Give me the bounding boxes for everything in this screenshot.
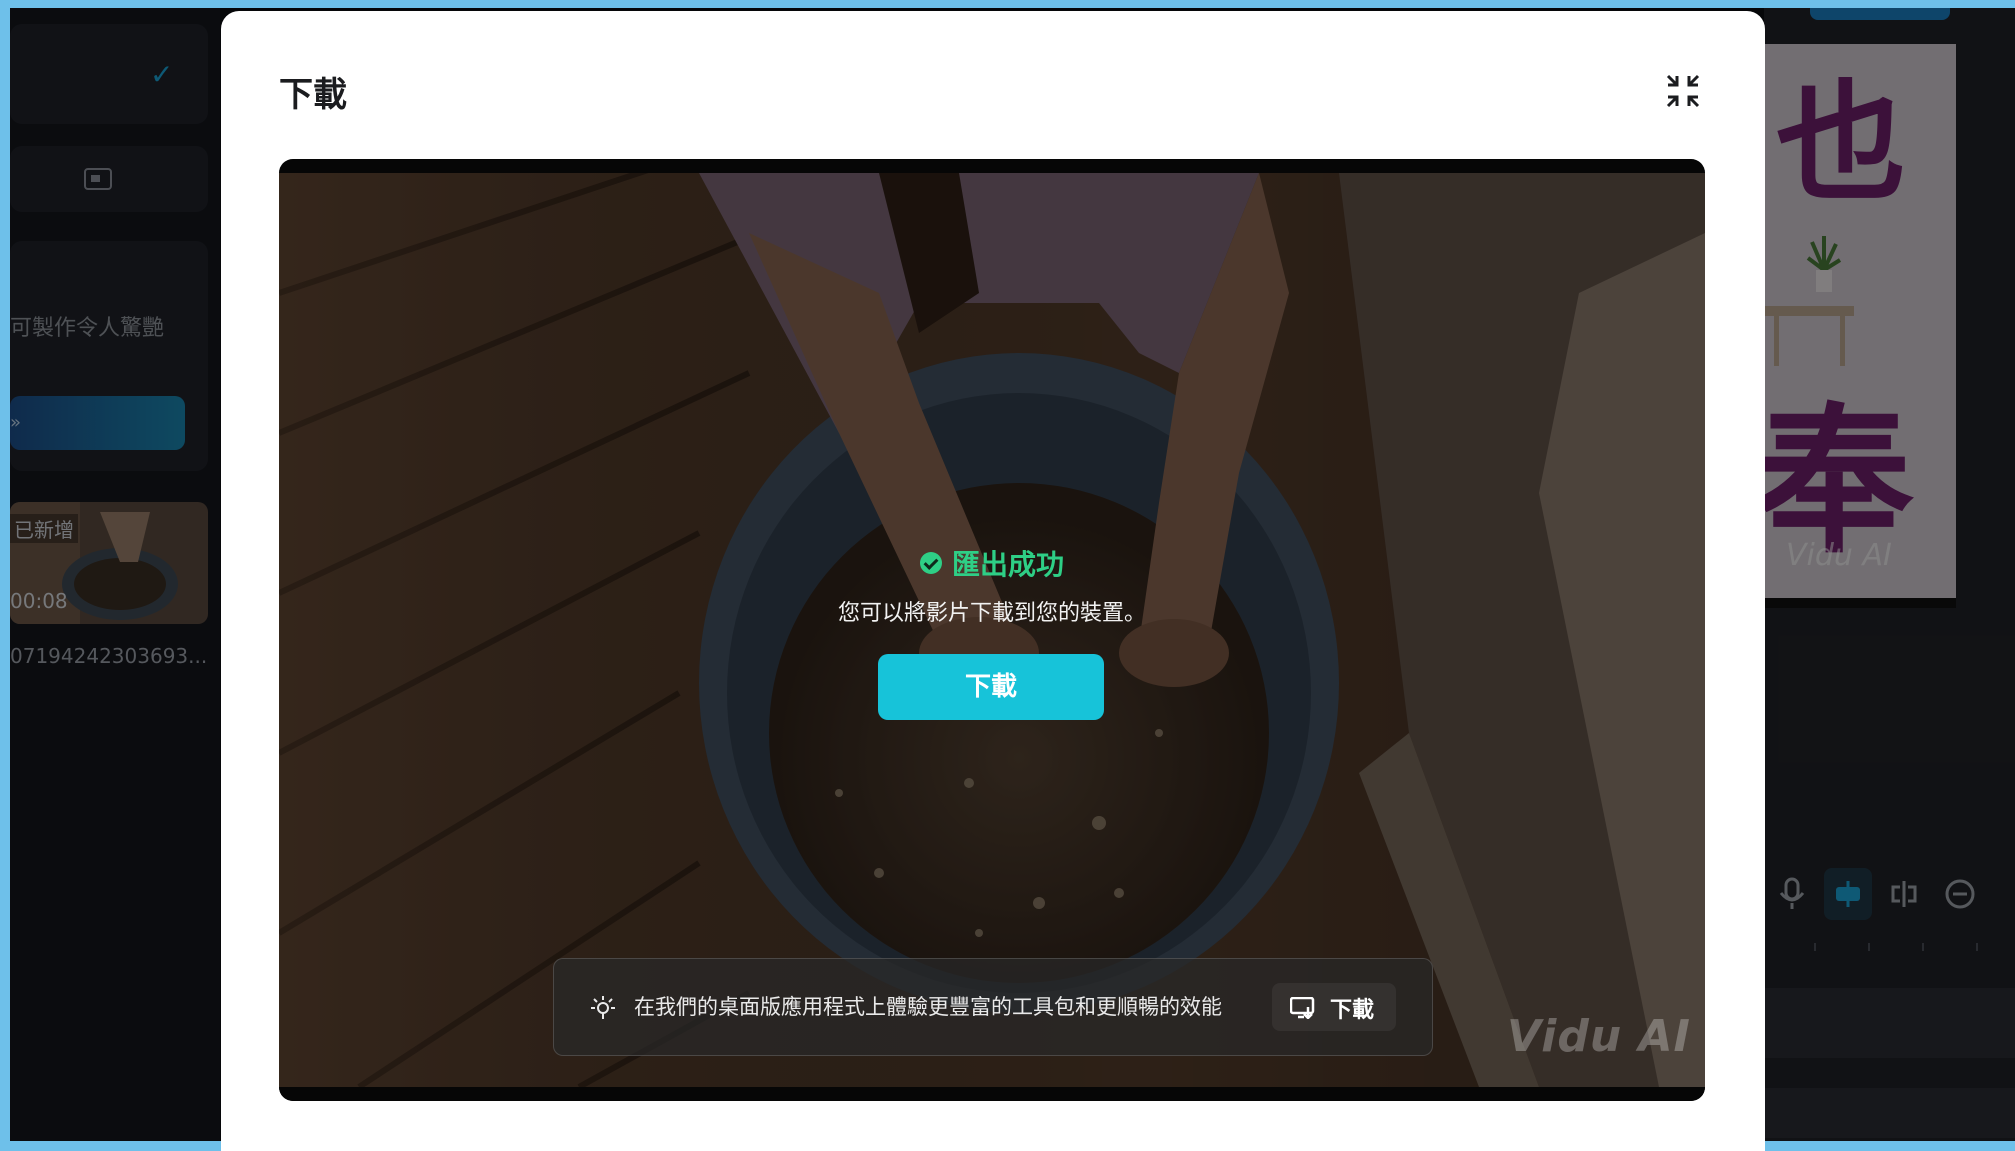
- success-check-icon: [919, 552, 942, 574]
- desktop-download-button[interactable]: 下載: [1272, 983, 1396, 1031]
- video-watermark: Vidu AI: [1507, 1011, 1691, 1062]
- dialog-title: 下載: [279, 75, 347, 115]
- desktop-app-promo: 在我們的桌面版應用程式上體驗更豐富的工具包和更順暢的效能 下載: [553, 958, 1433, 1056]
- lightbulb-icon: [591, 996, 615, 1019]
- download-button[interactable]: 下載: [878, 654, 1104, 720]
- export-status-title: 匯出成功: [951, 548, 1064, 581]
- video-bottom-bar: [279, 1087, 1705, 1101]
- video-preview: 匯出成功 您可以將影片下載到您的裝置。 下載 在我們的桌面版應用程式上體驗更豐富…: [279, 159, 1705, 1101]
- download-dialog: 下載 匯出成功 您可以將影片下載到您的裝置。 下載 在我們的桌面版應用程式上體驗…: [221, 11, 1765, 1151]
- promo-text: 在我們的桌面版應用程式上體驗更豐富的工具包和更順暢的效能: [634, 995, 1222, 1019]
- collapse-icon[interactable]: [1663, 71, 1703, 111]
- desktop-download-label: 下載: [1330, 998, 1375, 1023]
- export-status-subtitle: 您可以將影片下載到您的裝置。: [837, 601, 1146, 626]
- desktop-download-icon: [1290, 997, 1315, 1019]
- export-status: 匯出成功: [279, 543, 1705, 583]
